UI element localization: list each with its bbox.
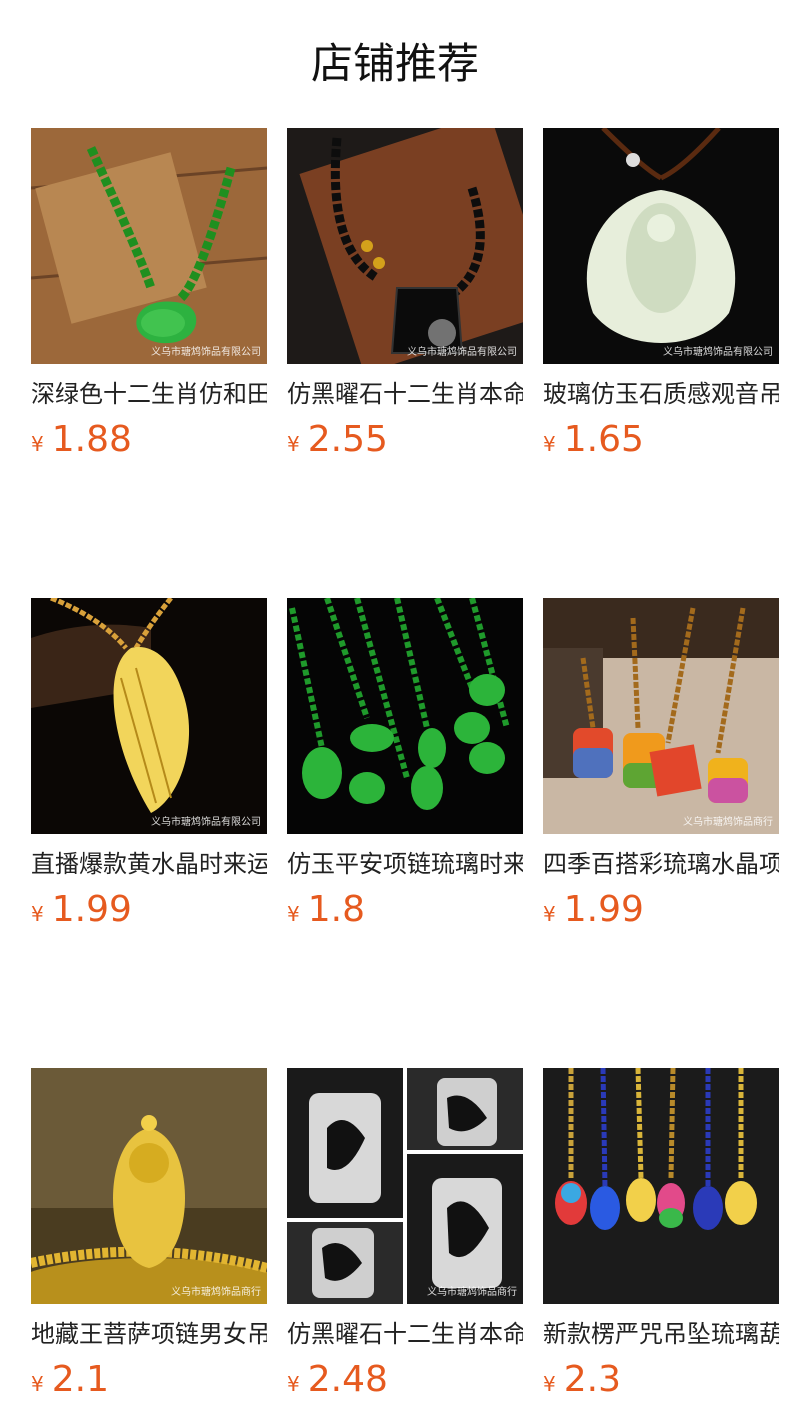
product-grid: 义乌市瑭鸩饰品有限公司 深绿色十二生肖仿和田玉 ¥1.88 义乌市瑭鸩饰品有限公… [31,128,779,1406]
product-name[interactable]: 直播爆款黄水晶时来运转 [31,848,267,880]
price-value: 1.99 [563,889,644,930]
product-price: ¥1.88 [31,420,267,466]
product-card[interactable]: 义乌市瑭鸩饰品有限公司 仿黑曜石十二生肖本命佛 ¥2.55 [287,128,523,466]
currency-symbol: ¥ [287,1372,300,1396]
white-guanyin-pendant-icon[interactable]: 义乌市瑭鸩饰品有限公司 [543,128,779,364]
black-obsidian-pendant-icon[interactable]: 义乌市瑭鸩饰品有限公司 [287,128,523,364]
price-value: 1.99 [51,889,132,930]
yellow-cicada-pendant-icon[interactable]: 义乌市瑭鸩饰品有限公司 [31,598,267,834]
watermark: 义乌市瑭鸩饰品有限公司 [663,347,773,358]
product-card[interactable]: 义乌市瑭鸩饰品有限公司 玻璃仿玉石质感观音吊坠 ¥1.65 [543,128,779,466]
currency-symbol: ¥ [287,432,300,456]
rainbow-glass-pendants-icon[interactable]: 义乌市瑭鸩饰品商行 [543,598,779,834]
product-card[interactable]: 义乌市瑭鸩饰品有限公司 深绿色十二生肖仿和田玉 ¥1.88 [31,128,267,466]
product-price: ¥1.65 [543,420,779,466]
product-price: ¥2.3 [543,1360,779,1406]
product-card[interactable]: 仿玉平安项链琉璃时来运 ¥1.8 [287,598,523,936]
currency-symbol: ¥ [543,902,556,926]
currency-symbol: ¥ [287,902,300,926]
currency-symbol: ¥ [31,432,44,456]
product-price: ¥2.55 [287,420,523,466]
product-name[interactable]: 地藏王菩萨项链男女吊坠 [31,1318,267,1350]
product-name[interactable]: 玻璃仿玉石质感观音吊坠 [543,378,779,410]
product-name[interactable]: 仿玉平安项链琉璃时来运 [287,848,523,880]
product-price: ¥2.48 [287,1360,523,1406]
product-card[interactable]: 新款楞严咒吊坠琉璃葫芦 ¥2.3 [543,1068,779,1406]
currency-symbol: ¥ [31,1372,44,1396]
product-card[interactable]: 义乌市瑭鸩饰品有限公司 直播爆款黄水晶时来运转 ¥1.99 [31,598,267,936]
gourd-glass-pendants-icon[interactable] [543,1068,779,1304]
product-price: ¥2.1 [31,1360,267,1406]
currency-symbol: ¥ [543,1372,556,1396]
product-name[interactable]: 仿黑曜石十二生肖本命佛 [287,378,523,410]
price-value: 1.8 [307,889,365,930]
amber-bodhisattva-pendant-icon[interactable]: 义乌市瑭鸩饰品商行 [31,1068,267,1304]
currency-symbol: ¥ [543,432,556,456]
page-title: 店铺推荐 [310,39,479,88]
green-zodiac-pendant-icon[interactable]: 义乌市瑭鸩饰品有限公司 [31,128,267,364]
watermark: 义乌市瑭鸩饰品商行 [427,1287,517,1298]
price-value: 1.88 [51,419,132,460]
product-name[interactable]: 仿黑曜石十二生肖本命佛 [287,1318,523,1350]
product-price: ¥1.99 [31,890,267,936]
product-card[interactable]: 义乌市瑭鸩饰品商行 地藏王菩萨项链男女吊坠 ¥2.1 [31,1068,267,1406]
product-name[interactable]: 深绿色十二生肖仿和田玉 [31,378,267,410]
price-value: 2.55 [307,419,388,460]
product-name[interactable]: 新款楞严咒吊坠琉璃葫芦 [543,1318,779,1350]
price-value: 2.1 [51,1359,109,1400]
watermark: 义乌市瑭鸩饰品商行 [683,817,773,828]
product-card[interactable]: 义乌市瑭鸩饰品商行 仿黑曜石十二生肖本命佛 ¥2.48 [287,1068,523,1406]
price-value: 1.65 [563,419,644,460]
price-value: 2.3 [563,1359,621,1400]
product-card[interactable]: 义乌市瑭鸩饰品商行 四季百搭彩琉璃水晶项链 ¥1.99 [543,598,779,936]
watermark: 义乌市瑭鸩饰品商行 [171,1287,261,1298]
currency-symbol: ¥ [31,902,44,926]
obsidian-zodiac-collage-icon[interactable]: 义乌市瑭鸩饰品商行 [287,1068,523,1304]
watermark: 义乌市瑭鸩饰品有限公司 [407,347,517,358]
watermark: 义乌市瑭鸩饰品有限公司 [151,347,261,358]
product-price: ¥1.99 [543,890,779,936]
green-jade-necklaces-icon[interactable] [287,598,523,834]
product-price: ¥1.8 [287,890,523,936]
price-value: 2.48 [307,1359,388,1400]
watermark: 义乌市瑭鸩饰品有限公司 [151,817,261,828]
product-name[interactable]: 四季百搭彩琉璃水晶项链 [543,848,779,880]
